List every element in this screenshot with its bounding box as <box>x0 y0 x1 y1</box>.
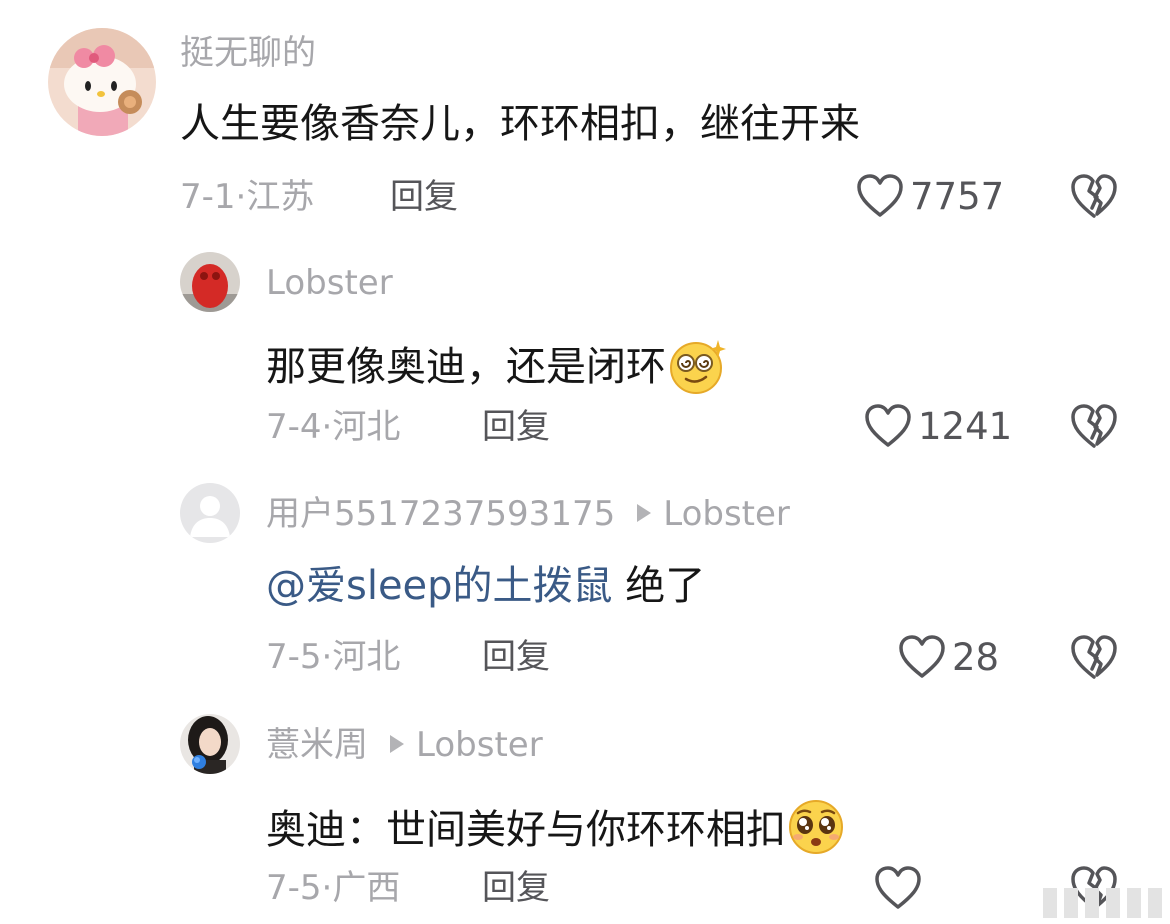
like-button[interactable] <box>874 864 928 912</box>
comment-text: 人生要像香奈儿，环环相扣，继往开来 <box>180 101 860 147</box>
watermark-bar <box>1064 888 1078 918</box>
reply-button[interactable]: 回复 <box>390 180 458 214</box>
reply-button[interactable]: 回复 <box>482 640 550 674</box>
comment-date: 7-5 <box>266 637 322 677</box>
comment-username[interactable]: Lobster <box>266 266 393 300</box>
broken-heart-icon <box>1071 404 1117 448</box>
watermark-bar <box>1043 888 1057 918</box>
comment-location: 广西 <box>332 868 401 908</box>
comment-date: 7-1 <box>180 177 236 217</box>
reply-to-username[interactable]: Lobster <box>663 494 790 534</box>
avatar-hello-kitty[interactable] <box>48 28 156 136</box>
heart-outline-icon <box>865 404 911 447</box>
default-user-avatar-icon <box>180 483 240 543</box>
reply-arrow-icon <box>390 735 404 753</box>
broken-heart-icon <box>1071 174 1117 218</box>
comment-location: 江苏 <box>246 177 315 217</box>
girl-photo-avatar-icon <box>180 714 240 774</box>
dislike-button[interactable] <box>1070 172 1118 220</box>
reply-button[interactable]: 回复 <box>482 410 550 444</box>
dislike-button[interactable] <box>1070 633 1118 681</box>
comment-text-body: 绝了 <box>625 563 706 609</box>
watermark-bar <box>1127 888 1141 918</box>
watermark-bar <box>1085 888 1099 918</box>
comment-username-row: 薏米周 Lobster <box>266 728 543 762</box>
like-button[interactable]: 7757 <box>856 172 1004 220</box>
comment-location: 河北 <box>332 637 401 677</box>
heart-outline-icon <box>857 174 903 217</box>
comment-date: 7-4 <box>266 407 322 447</box>
comment-username[interactable]: 挺无聊的 <box>180 36 316 70</box>
comment-meta: 7-1·江苏 <box>180 177 315 217</box>
comment-text-body: 奥迪：世间美好与你环环相扣 <box>266 807 786 853</box>
comment-text: 奥迪：世间美好与你环环相扣 <box>266 797 846 857</box>
reply-button[interactable]: 回复 <box>482 871 550 905</box>
watermark-bar <box>1106 888 1120 918</box>
dislike-button[interactable] <box>1070 402 1118 450</box>
comment-meta: 7-5·河北 <box>266 637 401 677</box>
comment-location: 河北 <box>332 407 401 447</box>
comment-date: 7-5 <box>266 868 322 908</box>
comment-meta: 7-4·河北 <box>266 407 401 447</box>
avatar-default-user[interactable] <box>180 483 240 543</box>
hello-kitty-avatar-icon <box>48 28 156 136</box>
comment-username-row: 用户5517237593175 Lobster <box>266 497 790 531</box>
heart-outline-icon <box>875 866 921 909</box>
like-count: 28 <box>952 635 1000 679</box>
comment-text-body: 那更像奥迪，还是闭环 <box>266 344 666 390</box>
red-figure-avatar-icon <box>180 252 240 312</box>
avatar-red-figure[interactable] <box>180 252 240 312</box>
like-button[interactable]: 28 <box>898 633 999 681</box>
like-count: 7757 <box>910 174 1005 218</box>
like-button[interactable]: 1241 <box>864 402 1012 450</box>
broken-heart-icon <box>1071 635 1117 679</box>
like-count: 1241 <box>918 404 1013 448</box>
pleading-face-emoji <box>789 800 843 854</box>
avatar-girl-photo[interactable] <box>180 714 240 774</box>
comment-text: 那更像奥迪，还是闭环 <box>266 336 726 394</box>
reply-to-username[interactable]: Lobster <box>416 725 543 765</box>
dizzy-face-emoji <box>670 340 726 394</box>
comment-username[interactable]: 薏米周 <box>266 725 368 765</box>
comment-username[interactable]: 用户5517237593175 <box>266 494 615 534</box>
comment-meta: 7-5·广西 <box>266 868 401 908</box>
reply-arrow-icon <box>637 504 652 522</box>
watermark-bar <box>1148 888 1162 918</box>
watermark <box>1043 888 1162 918</box>
heart-outline-icon <box>899 635 945 678</box>
mention-link[interactable]: @爱sleep的土拨鼠 <box>266 563 613 609</box>
comment-text: @爱sleep的土拨鼠 绝了 <box>266 566 705 606</box>
